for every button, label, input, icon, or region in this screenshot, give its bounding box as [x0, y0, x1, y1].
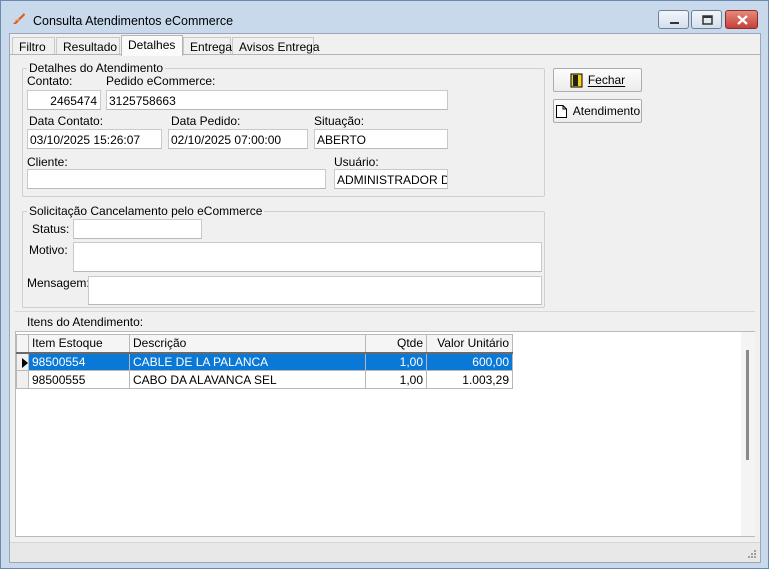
cell-qtde[interactable]: 1,00: [365, 352, 427, 371]
app-logo-icon: [13, 13, 25, 24]
maximize-button[interactable]: [691, 10, 722, 29]
window-title: Consulta Atendimentos eCommerce: [33, 14, 234, 28]
items-table: Item Estoque Descrição Qtde Valor Unitár…: [16, 334, 513, 389]
title-bar[interactable]: Consulta Atendimentos eCommerce: [1, 1, 768, 33]
motivo-field[interactable]: [73, 242, 542, 272]
minimize-button[interactable]: [658, 10, 689, 29]
tab-detalhes[interactable]: Detalhes: [121, 35, 183, 56]
fechar-label: Fechar: [587, 73, 626, 87]
details-group-label: Detalhes do Atendimento: [29, 61, 164, 75]
tab-avisos-entrega[interactable]: Avisos Entrega: [232, 37, 320, 55]
resize-grip-icon[interactable]: [747, 549, 757, 559]
data-contato-field[interactable]: 03/10/2025 15:26:07: [27, 129, 162, 149]
vertical-scrollbar[interactable]: [741, 332, 755, 536]
tab-filtro[interactable]: Filtro: [12, 37, 55, 55]
pedido-field[interactable]: 3125758663: [106, 90, 448, 110]
items-section-label: Itens do Atendimento:: [27, 315, 144, 329]
cell-item-estoque[interactable]: 98500555: [28, 370, 130, 389]
items-header-row: Item Estoque Descrição Qtde Valor Unitár…: [16, 334, 513, 354]
col-header-descricao[interactable]: Descrição: [129, 334, 366, 354]
status-bar: [10, 542, 760, 562]
close-button[interactable]: [725, 10, 758, 29]
cell-valor-unitario[interactable]: 600,00: [426, 352, 513, 371]
app-window: Consulta Atendimentos eCommerce Filtro R…: [0, 0, 769, 569]
cell-descricao[interactable]: CABLE DE LA PALANCA: [129, 352, 366, 371]
atendimento-label: Atendimento: [572, 104, 641, 118]
status-field[interactable]: [73, 219, 202, 239]
mensagem-field[interactable]: [88, 276, 542, 305]
cancel-group-label: Solicitação Cancelamento pelo eCommerce: [29, 204, 263, 218]
cell-valor-unitario[interactable]: 1.003,29: [426, 370, 513, 389]
usuario-field[interactable]: ADMINISTRADOR DO S: [334, 169, 448, 189]
atendimento-button[interactable]: Atendimento: [553, 99, 642, 123]
cliente-field[interactable]: [27, 169, 326, 189]
data-pedido-field[interactable]: 02/10/2025 07:00:00: [168, 129, 308, 149]
minimize-icon: [670, 22, 679, 24]
col-header-valor-unitario[interactable]: Valor Unitário: [426, 334, 513, 354]
mensagem-label: Mensagem:: [27, 276, 90, 290]
motivo-label: Motivo:: [29, 243, 68, 257]
cell-descricao[interactable]: CABO DA ALAVANCA SEL: [129, 370, 366, 389]
col-header-item-estoque[interactable]: Item Estoque: [28, 334, 130, 354]
fechar-button[interactable]: Fechar: [553, 68, 642, 92]
items-section-header: Itens do Atendimento:: [15, 311, 755, 331]
row-indicator: [16, 370, 29, 389]
status-label: Status:: [32, 222, 70, 236]
items-grid[interactable]: Item Estoque Descrição Qtde Valor Unitár…: [15, 331, 755, 537]
tab-resultado[interactable]: Resultado: [56, 37, 120, 55]
exit-door-icon: [570, 73, 583, 88]
table-row[interactable]: 98500555 CABO DA ALAVANCA SEL 1,00 1.003…: [16, 370, 513, 389]
contato-field[interactable]: 2465474: [27, 90, 101, 110]
usuario-label: Usuário:: [334, 155, 379, 169]
row-pointer-icon: [16, 352, 29, 371]
cliente-label: Cliente:: [27, 155, 68, 169]
close-icon: [737, 15, 748, 25]
situacao-label: Situação:: [314, 114, 365, 128]
document-icon: [555, 104, 568, 119]
client-area: Filtro Resultado Detalhes Entrega Avisos…: [9, 33, 762, 563]
scrollbar-thumb[interactable]: [746, 350, 749, 460]
tab-entrega[interactable]: Entrega: [183, 37, 232, 55]
situacao-field[interactable]: ABERTO: [314, 129, 448, 149]
row-indicator-header: [16, 334, 29, 354]
cell-qtde[interactable]: 1,00: [365, 370, 427, 389]
cell-item-estoque[interactable]: 98500554: [28, 352, 130, 371]
maximize-icon: [702, 15, 713, 25]
pedido-label: Pedido eCommerce:: [106, 74, 216, 88]
contato-label: Contato:: [27, 74, 73, 88]
data-pedido-label: Data Pedido:: [171, 114, 241, 128]
table-row[interactable]: 98500554 CABLE DE LA PALANCA 1,00 600,00: [16, 352, 513, 371]
col-header-qtde[interactable]: Qtde: [365, 334, 427, 354]
data-contato-label: Data Contato:: [29, 114, 104, 128]
